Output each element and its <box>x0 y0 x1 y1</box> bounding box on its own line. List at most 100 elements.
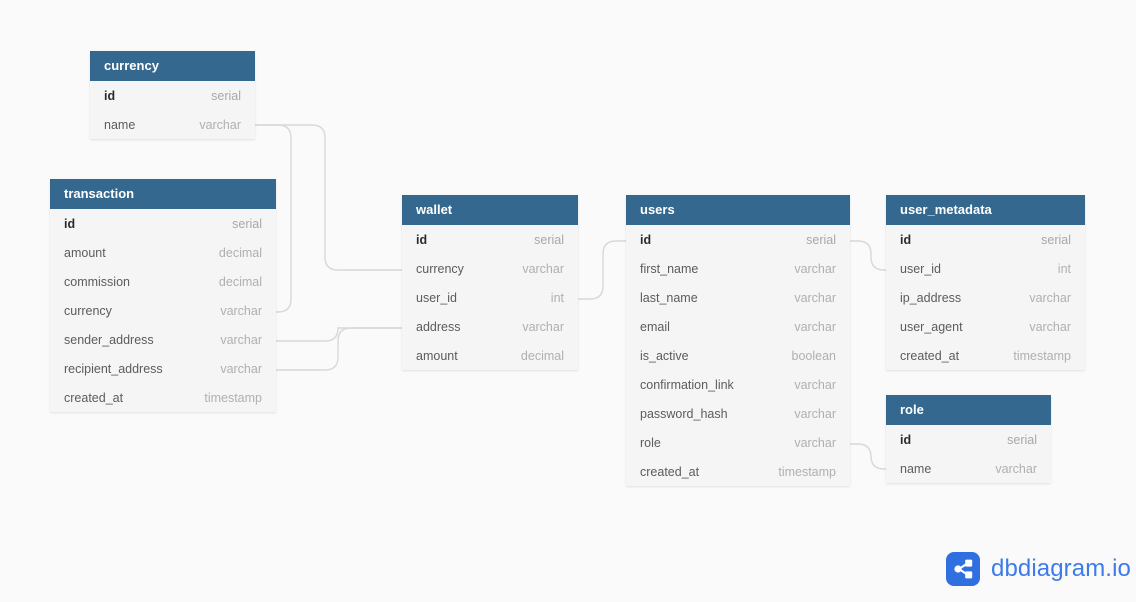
field-name: currency <box>64 303 112 318</box>
field-type: varchar <box>794 290 836 305</box>
field-type: varchar <box>995 461 1037 476</box>
field-row[interactable]: created_at timestamp <box>886 341 1085 370</box>
field-type: varchar <box>522 261 564 276</box>
field-type: varchar <box>220 332 262 347</box>
field-name: id <box>416 232 428 247</box>
field-row[interactable]: role varchar <box>626 428 850 457</box>
field-type: decimal <box>218 245 262 260</box>
field-name: id <box>104 88 116 103</box>
field-row[interactable]: email varchar <box>626 312 850 341</box>
field-name: user_id <box>416 290 457 305</box>
field-row[interactable]: id serial <box>886 425 1051 454</box>
field-type: varchar <box>199 117 241 132</box>
field-row[interactable]: created_at timestamp <box>626 457 850 486</box>
field-row[interactable]: id serial <box>90 81 255 110</box>
field-row[interactable]: name varchar <box>90 110 255 139</box>
field-type: varchar <box>522 319 564 334</box>
field-type: boolean <box>791 348 837 363</box>
field-row[interactable]: confirmation_link varchar <box>626 370 850 399</box>
table-transaction[interactable]: transaction id serial amount decimal commissi… <box>50 179 276 412</box>
table-header-role[interactable]: role <box>886 395 1051 425</box>
field-row[interactable]: user_agent varchar <box>886 312 1085 341</box>
relationship-wallet-user-id-to-users-id <box>578 240 626 300</box>
field-type: timestamp <box>778 464 836 479</box>
field-name: id <box>900 232 912 247</box>
field-name: amount <box>416 348 458 363</box>
field-row[interactable]: commission decimal <box>50 267 276 296</box>
field-type: varchar <box>794 319 836 334</box>
field-type: timestamp <box>1013 348 1071 363</box>
table-users[interactable]: users id serial first_name varchar last_name v… <box>626 195 850 486</box>
table-header-users[interactable]: users <box>626 195 850 225</box>
field-row[interactable]: first_name varchar <box>626 254 850 283</box>
field-row[interactable]: amount decimal <box>402 341 578 370</box>
field-type: serial <box>232 216 262 231</box>
field-type: int <box>1057 261 1071 276</box>
field-row[interactable]: user_id int <box>886 254 1085 283</box>
field-name: ip_address <box>900 290 962 305</box>
field-row[interactable]: password_hash varchar <box>626 399 850 428</box>
field-type: serial <box>1007 432 1037 447</box>
field-name: currency <box>416 261 464 276</box>
field-name: id <box>64 216 76 231</box>
diagram-canvas[interactable]: currency id serial name varchar transaction id… <box>0 0 1136 602</box>
field-type: timestamp <box>204 390 262 405</box>
share-nodes-icon <box>946 552 980 586</box>
field-name: id <box>640 232 652 247</box>
field-row[interactable]: user_id int <box>402 283 578 312</box>
field-row[interactable]: recipient_address varchar <box>50 354 276 383</box>
field-row[interactable]: name varchar <box>886 454 1051 483</box>
field-type: varchar <box>794 377 836 392</box>
dbdiagram-logo[interactable]: dbdiagram.io <box>946 552 1131 586</box>
field-name: created_at <box>900 348 960 363</box>
field-row[interactable]: amount decimal <box>50 238 276 267</box>
field-name: password_hash <box>640 406 728 421</box>
table-role[interactable]: role id serial name varchar <box>886 395 1051 483</box>
table-wallet[interactable]: wallet id serial currency varchar user_id int a… <box>402 195 578 370</box>
field-type: varchar <box>794 261 836 276</box>
field-type: varchar <box>1029 290 1071 305</box>
field-row[interactable]: id serial <box>50 209 276 238</box>
field-type: varchar <box>794 406 836 421</box>
field-name: first_name <box>640 261 699 276</box>
field-type: int <box>550 290 564 305</box>
field-name: commission <box>64 274 130 289</box>
field-row[interactable]: sender_address varchar <box>50 325 276 354</box>
field-name: recipient_address <box>64 361 163 376</box>
field-name: is_active <box>640 348 689 363</box>
field-type: serial <box>1041 232 1071 247</box>
table-header-wallet[interactable]: wallet <box>402 195 578 225</box>
field-row[interactable]: id serial <box>626 225 850 254</box>
table-currency[interactable]: currency id serial name varchar <box>90 51 255 139</box>
field-name: confirmation_link <box>640 377 734 392</box>
field-name: id <box>900 432 912 447</box>
field-type: varchar <box>1029 319 1071 334</box>
field-row[interactable]: currency varchar <box>402 254 578 283</box>
table-user_metadata[interactable]: user_metadata id serial user_id int ip_addres… <box>886 195 1085 370</box>
field-name: user_agent <box>900 319 963 334</box>
field-type: decimal <box>520 348 564 363</box>
field-row[interactable]: id serial <box>886 225 1085 254</box>
field-row[interactable]: is_active boolean <box>626 341 850 370</box>
field-row[interactable]: currency varchar <box>50 296 276 325</box>
table-header-user_metadata[interactable]: user_metadata <box>886 195 1085 225</box>
field-type: varchar <box>794 435 836 450</box>
relationship-transaction-recipient-address-to-wallet-address <box>276 327 402 371</box>
field-row[interactable]: id serial <box>402 225 578 254</box>
relationship-transaction-sender-address-to-wallet-address <box>276 327 402 342</box>
field-type: decimal <box>218 274 262 289</box>
field-type: varchar <box>220 361 262 376</box>
table-header-currency[interactable]: currency <box>90 51 255 81</box>
field-row[interactable]: ip_address varchar <box>886 283 1085 312</box>
field-type: serial <box>534 232 564 247</box>
table-header-transaction[interactable]: transaction <box>50 179 276 209</box>
field-name: email <box>640 319 670 334</box>
field-type: serial <box>211 88 241 103</box>
field-row[interactable]: address varchar <box>402 312 578 341</box>
field-name: last_name <box>640 290 698 305</box>
relationship-users-role-to-role-name <box>850 443 886 470</box>
field-name: address <box>416 319 461 334</box>
field-row[interactable]: last_name varchar <box>626 283 850 312</box>
field-row[interactable]: created_at timestamp <box>50 383 276 412</box>
field-name: name <box>900 461 932 476</box>
